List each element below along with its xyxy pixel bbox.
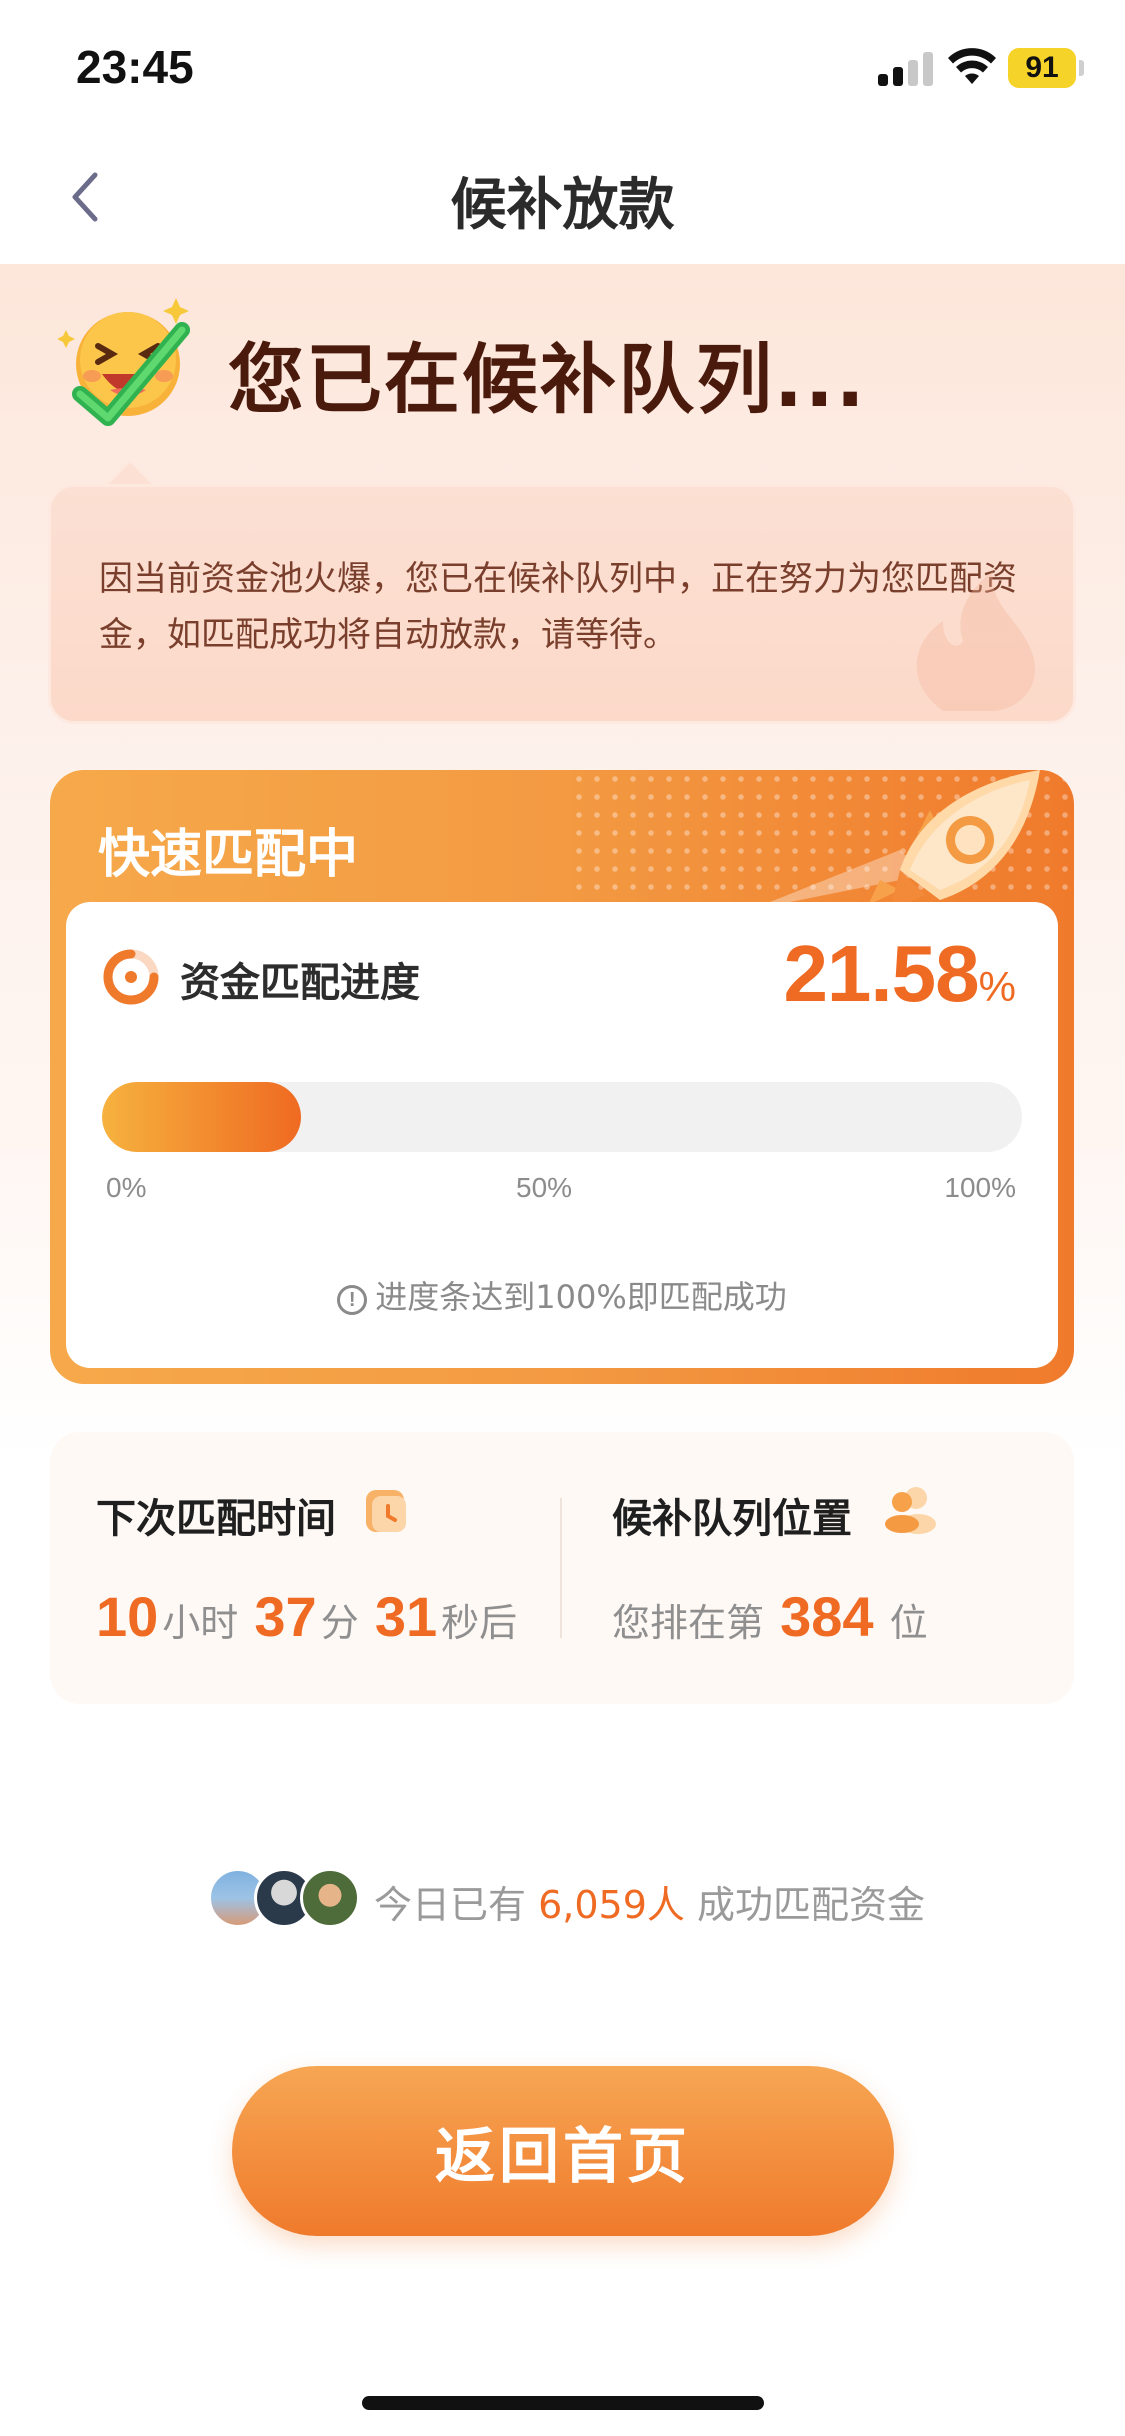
progress-bar-fill	[102, 1082, 301, 1152]
queue-suffix: 位	[889, 1601, 928, 1645]
minutes-unit: 分	[320, 1601, 359, 1645]
nav-bar: 候补放款	[0, 132, 1125, 264]
queue-position-value: 您排在第 384 位	[612, 1584, 928, 1649]
progress-panel: 资金匹配进度 21.58% 0% 50% 100% ! 进度条达到100%即匹配成…	[66, 902, 1058, 1368]
info-icon: !	[337, 1285, 368, 1315]
progress-unit: %	[978, 963, 1016, 1010]
social-suffix: 成功匹配资金	[697, 1883, 926, 1927]
battery-cap	[1079, 60, 1084, 76]
countdown-minutes: 37	[254, 1585, 317, 1648]
return-home-button[interactable]: 返回首页	[232, 2066, 894, 2236]
people-icon	[885, 1487, 936, 1534]
notice-bubble: 因当前资金池火爆，您已在候补队列中，正在努力为您匹配资金，如匹配成功将自动放款，…	[48, 484, 1076, 724]
wifi-icon	[948, 48, 996, 84]
status-time: 23:45	[76, 41, 194, 93]
progress-tick-50: 50%	[516, 1172, 573, 1203]
page-title: 候补放款	[450, 173, 675, 238]
status-bar: 23:45 91	[0, 0, 1125, 132]
avatar-group	[208, 1868, 368, 1930]
progress-tick-100: 100%	[944, 1172, 1016, 1203]
clock-icon	[366, 1490, 406, 1532]
matching-header: 快速匹配中	[98, 825, 359, 885]
stats-card: 下次匹配时间 候补队列位置 10 小时 37 分 31 秒后 您排在第 384 位	[50, 1432, 1074, 1704]
avatar	[300, 1868, 360, 1928]
social-proof-text: 今日已有 6,059人 成功匹配资金	[374, 1874, 925, 1929]
social-count: 6,059人	[538, 1883, 685, 1927]
laughing-emoji-check-icon	[58, 298, 190, 426]
progress-label: 资金匹配进度	[180, 960, 420, 1006]
progress-hint-text: 进度条达到100%即匹配成功	[375, 1278, 787, 1316]
progress-number: 21.58	[783, 929, 979, 1018]
countdown-seconds: 31	[374, 1585, 438, 1648]
signal-icon	[878, 52, 934, 86]
queue-position-title: 候补队列位置	[612, 1496, 852, 1542]
progress-tick-0: 0%	[106, 1172, 147, 1203]
progress-ring-icon	[103, 949, 159, 1005]
queue-status-title: 您已在候补队列...	[228, 335, 867, 424]
progress-hint: ! 进度条达到100%即匹配成功	[66, 1272, 1058, 1318]
queue-prefix: 您排在第	[612, 1601, 765, 1645]
next-match-countdown: 10 小时 37 分 31 秒后	[92, 1584, 517, 1649]
matching-card: 快速匹配中 资金匹配进度 21.58% 0% 50% 100% ! 进度条达到10…	[50, 770, 1074, 1384]
social-prefix: 今日已有	[374, 1883, 527, 1927]
next-match-title: 下次匹配时间	[96, 1496, 336, 1542]
home-indicator	[362, 2396, 764, 2410]
countdown-hours: 10	[96, 1585, 159, 1648]
stats-divider	[560, 1498, 562, 1638]
hours-unit: 小时	[162, 1601, 239, 1645]
progress-percentage: 21.58%	[783, 928, 1016, 1020]
flame-icon	[916, 571, 1035, 711]
rocket-icon	[750, 770, 1040, 910]
queue-position-number: 384	[780, 1585, 874, 1648]
seconds-unit: 秒后	[441, 1601, 518, 1645]
progress-bar	[102, 1082, 1022, 1152]
battery-icon: 91	[1008, 48, 1076, 88]
